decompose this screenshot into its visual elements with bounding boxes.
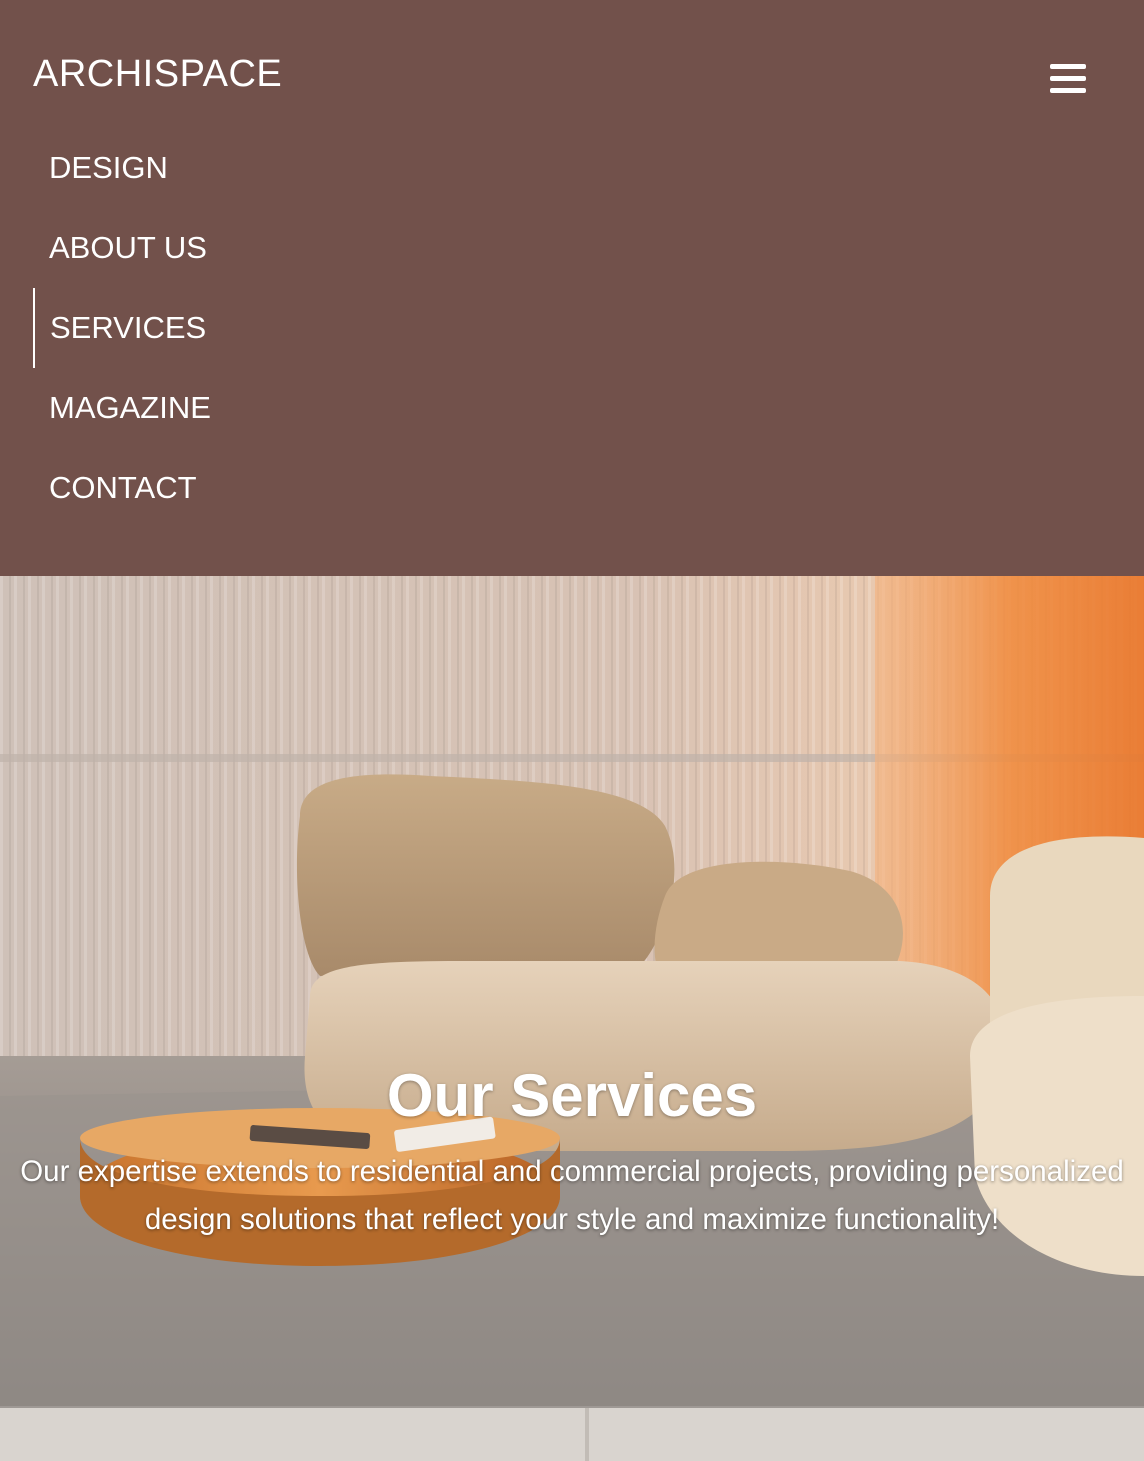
nav-item-magazine[interactable]: MAGAZINE	[33, 368, 433, 448]
main-nav: DESIGN ABOUT US SERVICES MAGAZINE CONTAC…	[33, 128, 433, 528]
site-logo[interactable]: ARCHISPACE	[33, 52, 282, 96]
nav-item-contact[interactable]: CONTACT	[33, 448, 433, 528]
menu-line	[1050, 64, 1086, 69]
hero-title: Our Services	[386, 1062, 758, 1129]
hero-background-image	[0, 576, 1144, 1461]
hero-section: Our Services Our expertise extends to re…	[0, 576, 1144, 1461]
hamburger-menu-icon[interactable]	[1050, 64, 1090, 100]
menu-line	[1050, 76, 1086, 81]
nav-item-about-us[interactable]: ABOUT US	[33, 208, 433, 288]
site-header: ARCHISPACE DESIGN ABOUT US SERVICES MAGA…	[0, 0, 1144, 576]
hero-description: Our expertise extends to residential and…	[20, 1155, 1124, 1236]
nav-item-design[interactable]: DESIGN	[33, 128, 433, 208]
menu-line	[1050, 88, 1086, 93]
nav-item-services[interactable]: SERVICES	[33, 288, 433, 368]
